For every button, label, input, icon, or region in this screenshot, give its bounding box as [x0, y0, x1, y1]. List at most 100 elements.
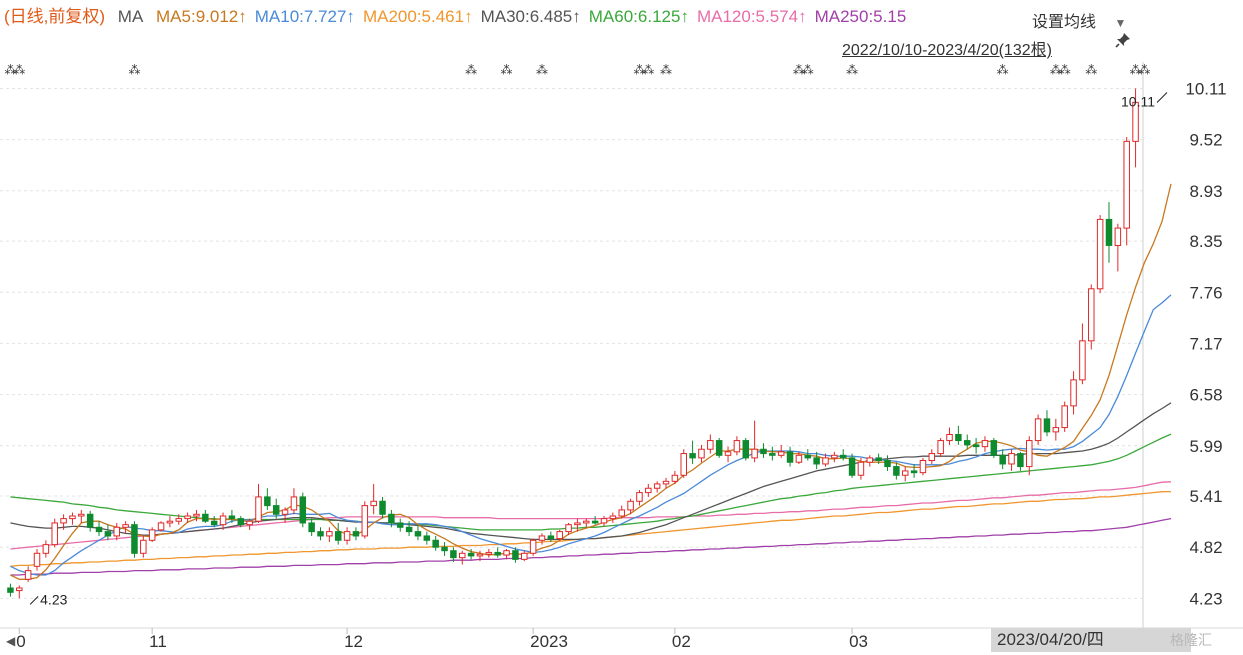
candle-body	[1114, 227, 1122, 246]
candlestick-chart[interactable]: ⁂⁂ ⁂ ⁂ ⁂ ⁂ ⁂⁂ ⁂ ⁂⁂ ⁂ ⁂ ⁂⁂ ⁂ ⁂⁂ 10.119.528.938.357.76…	[0, 0, 1243, 655]
y-tick-label: 8.93	[1189, 182, 1222, 201]
candle-body	[857, 461, 865, 476]
candle	[414, 524, 422, 541]
candle	[1017, 451, 1024, 471]
ma-item: MA60:6.125↑	[588, 7, 689, 26]
candle-body	[583, 520, 590, 524]
candle	[689, 440, 696, 464]
candle	[955, 425, 962, 445]
candle-body	[1026, 440, 1033, 468]
candle-body	[78, 513, 85, 517]
candle-body	[760, 448, 767, 455]
candle	[104, 524, 112, 541]
candle-body	[955, 433, 962, 442]
candle-body	[715, 440, 723, 456]
candle	[751, 420, 758, 463]
candle-body	[1061, 405, 1068, 429]
ma5-line	[10, 183, 1172, 580]
y-tick-label: 4.23	[1189, 589, 1222, 608]
candle	[910, 463, 918, 478]
candle	[361, 501, 369, 539]
candle	[990, 437, 998, 458]
candle	[777, 444, 785, 458]
candle-body	[786, 451, 794, 463]
candle	[131, 521, 138, 558]
candle-body	[609, 515, 617, 520]
ma10-line	[10, 294, 1172, 576]
candle	[352, 527, 360, 541]
candle	[937, 437, 944, 458]
candle-body	[848, 457, 856, 476]
candle-body	[379, 500, 386, 515]
candle-body	[804, 454, 812, 459]
candle-body	[662, 480, 670, 485]
candle-body	[689, 453, 696, 459]
candle	[981, 436, 989, 452]
candle-body	[910, 470, 918, 474]
candle	[538, 533, 546, 545]
x-tick-label: 0	[16, 632, 25, 651]
candle-body	[228, 515, 236, 520]
candle-body	[866, 457, 874, 463]
x-tick-label: 12	[344, 632, 363, 651]
event-marker: ⁂	[536, 63, 548, 77]
y-tick-label: 5.41	[1189, 487, 1222, 506]
candle-body	[946, 433, 953, 442]
candle	[583, 518, 590, 528]
candle-body	[627, 500, 634, 511]
ma-settings-button[interactable]: 设置均线 ▼	[1032, 8, 1126, 32]
candle	[140, 535, 147, 558]
event-marker: ⁂	[1138, 63, 1150, 77]
candle	[16, 585, 23, 599]
candle	[95, 521, 103, 536]
candle-body	[485, 551, 493, 555]
candle-body	[538, 535, 546, 541]
candle-body	[210, 520, 218, 526]
chart-mode-label[interactable]: (日线,前复权)	[4, 7, 105, 26]
high-price-pointer	[1156, 92, 1168, 103]
candle-body	[565, 524, 572, 533]
ma-items: MA5:9.012↑ MA10:7.727↑ MA200:5.461↑ MA30:6.…	[156, 7, 914, 26]
candle-body	[423, 535, 431, 541]
y-tick-label: 6.58	[1189, 386, 1222, 405]
low-price-pointer	[29, 596, 39, 605]
candle-body	[7, 587, 14, 593]
candle	[804, 449, 812, 461]
candle-body	[193, 513, 200, 517]
candle-body	[299, 496, 307, 524]
candle-body	[813, 457, 820, 465]
date-range[interactable]: 2022/10/10-2023/4/20(132根)	[842, 36, 1052, 60]
candle-body	[724, 451, 732, 456]
y-tick-label: 9.52	[1189, 131, 1222, 150]
candle	[1026, 436, 1033, 476]
candle	[715, 437, 723, 458]
candle-body	[281, 509, 289, 515]
candle-body	[370, 500, 377, 507]
candle-body	[476, 553, 484, 557]
scroll-left-button[interactable]: ◀	[6, 634, 15, 648]
x-tick-label: 03	[849, 632, 868, 651]
candle-body	[928, 453, 936, 462]
candle	[866, 455, 874, 467]
event-marker: ⁂	[802, 63, 814, 77]
candle-body	[1043, 418, 1051, 433]
candle-body	[334, 531, 342, 541]
candle	[264, 488, 271, 510]
candle-body	[777, 451, 785, 456]
candle-body	[69, 515, 76, 520]
candle	[636, 489, 643, 506]
candle	[742, 437, 750, 461]
candle-body	[405, 526, 413, 533]
pin-icon[interactable]	[1115, 32, 1131, 53]
candle-body	[751, 448, 758, 459]
event-marker: ⁂	[128, 63, 140, 77]
candle	[122, 521, 129, 534]
candle-body	[547, 535, 555, 540]
candle-body	[875, 457, 882, 462]
ma-item: MA250:5.15	[814, 7, 907, 26]
candle-body	[113, 526, 120, 537]
candle	[42, 540, 50, 558]
candle-body	[184, 515, 191, 520]
candle	[459, 550, 466, 565]
candle-body	[219, 515, 227, 526]
